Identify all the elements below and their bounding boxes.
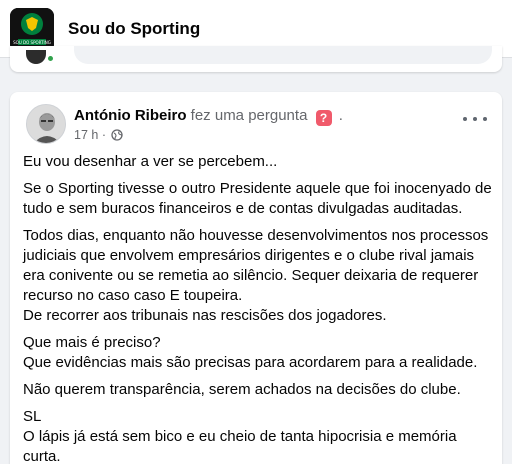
post-text-line: Não querem transparência, serem achados … <box>23 381 461 398</box>
post-text-line: De recorrer aos tribunais nas rescisões … <box>23 307 387 324</box>
user-avatar[interactable] <box>26 50 46 64</box>
post-text-line: era conivente ou se remetia ao silêncio.… <box>23 267 479 284</box>
post-paragraph: Todos dias, enquanto não houvesse desenv… <box>23 226 493 326</box>
post-text-line: Que mais é preciso? <box>23 334 161 351</box>
group-name[interactable]: Sou do Sporting <box>68 19 200 39</box>
post-text-line: Que evidências mais são precisas para ac… <box>23 354 478 371</box>
composer-input[interactable] <box>74 46 492 64</box>
post-card: António Ribeiro fez uma pergunta ? . 17 … <box>10 92 502 464</box>
post-paragraph: Se o Sporting tivesse o outro Presidente… <box>23 179 493 219</box>
post-paragraph: SL O lápis já está sem bico e eu cheio de… <box>23 407 493 464</box>
post-text: Eu vou desenhar a ver se percebem... Se o… <box>23 152 493 464</box>
post-text-line: Eu vou desenhar a ver se percebem... <box>23 153 278 170</box>
time-separator: · <box>101 128 106 142</box>
post-text-line: SL <box>23 408 42 425</box>
author-portrait-icon <box>27 105 65 143</box>
post-time[interactable]: 17 h <box>74 128 98 142</box>
post-text-line: tudo e sem buracos financeiros e de cont… <box>23 200 463 217</box>
header-dot: . <box>338 107 343 124</box>
post-composer <box>10 46 502 72</box>
post-text-line: curta. <box>23 448 61 464</box>
author-avatar[interactable] <box>26 104 66 144</box>
post-meta: 17 h · <box>74 128 124 142</box>
online-status-icon <box>46 54 55 63</box>
question-icon: ? <box>315 110 332 126</box>
post-paragraph: Que mais é preciso? Que evidências mais s… <box>23 333 493 373</box>
group-logo-text: SOU DO SPORTING <box>13 40 51 45</box>
globe-icon[interactable] <box>111 129 124 141</box>
post-paragraph: Eu vou desenhar a ver se percebem... <box>23 152 493 172</box>
more-options-button[interactable] <box>462 114 488 126</box>
post-action: fez uma pergunta <box>190 107 308 124</box>
post-paragraph: Não querem transparência, serem achados … <box>23 380 493 400</box>
more-options-icon <box>463 117 467 121</box>
post-text-line: Se o Sporting tivesse o outro Presidente… <box>23 180 492 197</box>
post-text-line: O lápis já está sem bico e eu cheio de t… <box>23 428 457 445</box>
post-text-line: recurso no caso caso E toupeira. <box>23 287 243 304</box>
post-header: António Ribeiro fez uma pergunta ? . <box>74 107 343 126</box>
author-name[interactable]: António Ribeiro <box>74 107 187 124</box>
post-text-line: Todos dias, enquanto não houvesse desenv… <box>23 227 489 244</box>
post-text-line: judiciais que envolvem empresários dirig… <box>23 247 475 264</box>
